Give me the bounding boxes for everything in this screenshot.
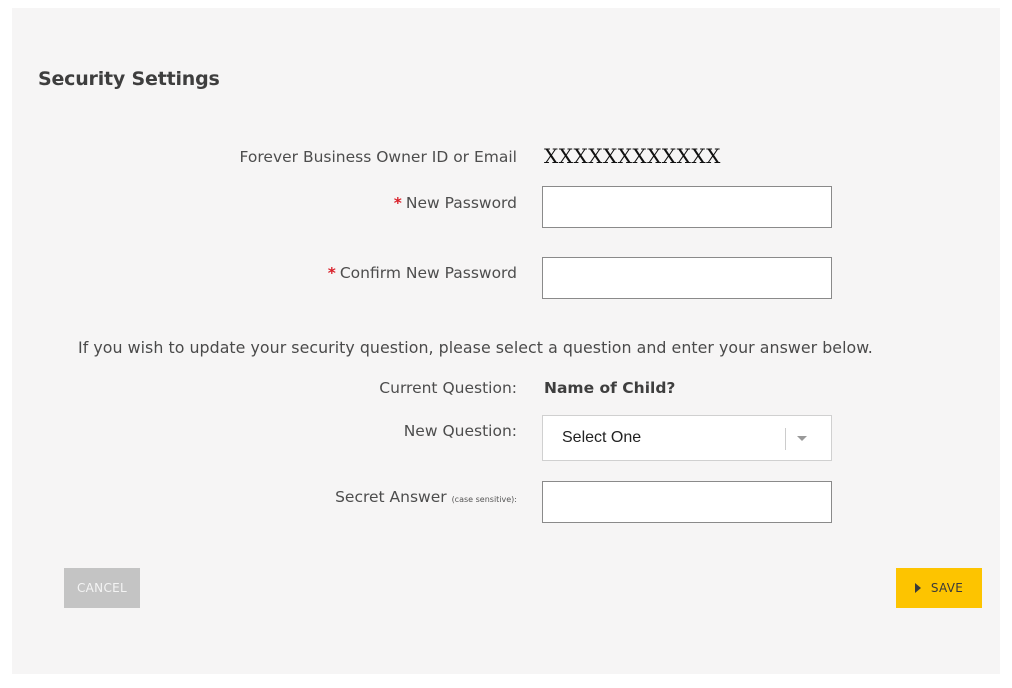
required-marker: * (327, 264, 336, 282)
cancel-button[interactable]: CANCEL (64, 568, 140, 608)
secret-answer-label-text: Secret Answer (335, 488, 447, 506)
page-title: Security Settings (38, 68, 220, 90)
secret-answer-label: Secret Answer (case sensitive): (335, 488, 517, 506)
owner-id-value: XXXXXXXXXXXX (544, 144, 721, 168)
chevron-down-icon[interactable] (797, 436, 807, 441)
security-question-info: If you wish to update your security ques… (78, 338, 873, 357)
save-button-label: SAVE (930, 581, 964, 595)
secret-answer-input[interactable] (542, 481, 832, 523)
new-password-label: * New Password (394, 194, 517, 212)
owner-id-label: Forever Business Owner ID or Email (239, 148, 517, 166)
security-settings-panel: Security Settings Forever Business Owner… (12, 8, 1000, 674)
confirm-password-input[interactable] (542, 257, 832, 299)
new-password-label-text: New Password (405, 194, 517, 212)
case-sensitive-note: (case sensitive): (451, 495, 517, 504)
play-icon (914, 583, 921, 593)
new-question-select[interactable]: Select One (542, 415, 832, 461)
confirm-password-label: * Confirm New Password (328, 264, 517, 282)
cancel-button-label: CANCEL (76, 581, 127, 595)
select-divider (785, 428, 786, 450)
confirm-password-label-text: Confirm New Password (339, 264, 517, 282)
required-marker: * (393, 194, 402, 212)
new-question-selected: Select One (562, 429, 642, 446)
current-question-value: Name of Child? (544, 379, 676, 397)
current-question-label: Current Question: (379, 379, 517, 397)
new-password-input[interactable] (542, 186, 832, 228)
save-button[interactable]: SAVE (896, 568, 982, 608)
new-question-label: New Question: (403, 422, 517, 440)
